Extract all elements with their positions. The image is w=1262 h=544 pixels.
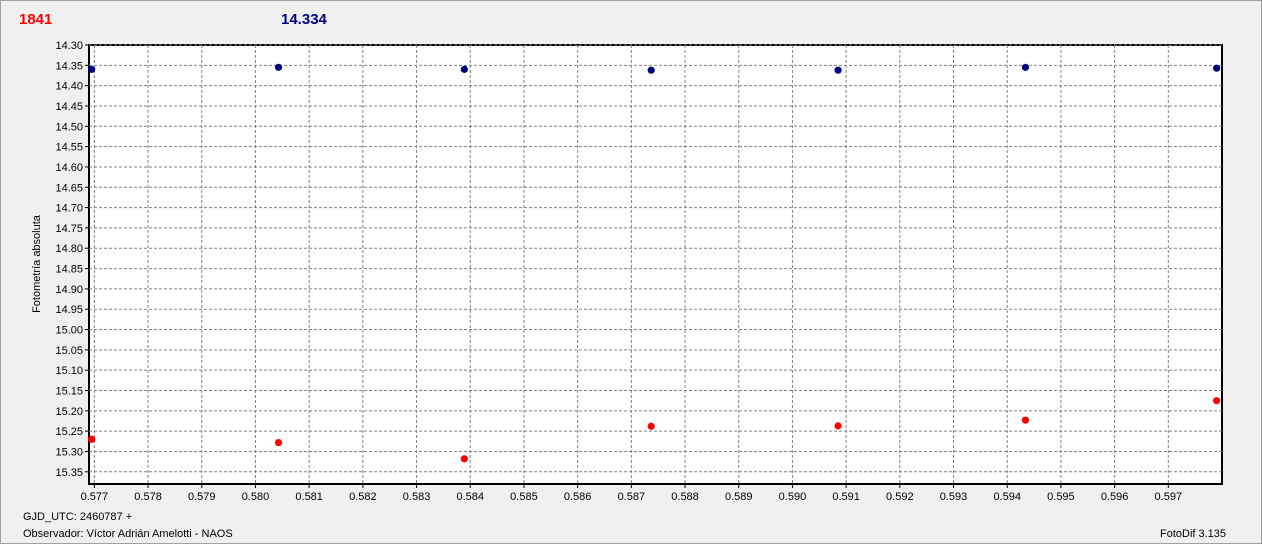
x-tick-label: 0.585 bbox=[510, 491, 538, 503]
x-tick-label: 0.592 bbox=[886, 491, 914, 503]
data-point bbox=[1021, 63, 1030, 71]
x-tick-label: 0.580 bbox=[242, 491, 270, 503]
x-tick-label: 0.578 bbox=[134, 491, 162, 503]
y-tick-label: 15.15 bbox=[55, 386, 83, 398]
data-point bbox=[834, 422, 842, 430]
data-point bbox=[88, 65, 96, 73]
y-tick-label: 14.55 bbox=[55, 142, 83, 154]
y-tick-label: 15.20 bbox=[55, 406, 83, 418]
data-point bbox=[274, 438, 283, 447]
y-tick-label: 14.80 bbox=[55, 243, 83, 255]
data-point bbox=[274, 63, 283, 71]
x-tick-label: 0.588 bbox=[671, 491, 699, 503]
y-tick-label: 14.75 bbox=[55, 223, 83, 235]
x-tick-label: 0.595 bbox=[1047, 491, 1075, 503]
y-tick-label: 15.25 bbox=[55, 426, 83, 438]
x-tick-label: 0.594 bbox=[993, 491, 1021, 503]
data-point bbox=[88, 435, 96, 443]
x-tick-label: 0.590 bbox=[779, 491, 807, 503]
x-tick-label: 0.584 bbox=[456, 491, 484, 503]
data-point bbox=[1213, 64, 1221, 72]
x-tick-label: 0.596 bbox=[1101, 491, 1129, 503]
y-tick-label: 14.60 bbox=[55, 162, 83, 174]
observer-label: Observador: Víctor Adrián Amelotti - NAO… bbox=[23, 528, 233, 540]
data-point bbox=[460, 455, 468, 463]
y-axis: 14.30 14.35 14.40 14.45 14.50 14.55 14.60 14.65… bbox=[55, 40, 89, 479]
x-tick-label: 0.586 bbox=[564, 491, 592, 503]
y-tick-label: 14.30 bbox=[55, 40, 83, 52]
chart-window: 1841 14.334 0.577 0.578 0.579 0.580 0.581 0.5… bbox=[0, 0, 1262, 544]
y-tick-label: 15.35 bbox=[55, 467, 83, 479]
y-tick-label: 14.35 bbox=[55, 60, 83, 72]
y-tick-label: 14.40 bbox=[55, 81, 83, 93]
data-point bbox=[834, 66, 842, 74]
data-point bbox=[1213, 397, 1221, 405]
y-tick-label: 14.85 bbox=[55, 264, 83, 276]
y-tick-label: 14.65 bbox=[55, 182, 83, 194]
x-tick-label: 0.597 bbox=[1155, 491, 1183, 503]
software-label: FotoDif 3.135 bbox=[1160, 528, 1227, 540]
gjd-label: GJD_UTC: 2460787 + bbox=[23, 511, 133, 523]
x-tick-label: 0.591 bbox=[832, 491, 860, 503]
x-tick-label: 0.577 bbox=[81, 491, 109, 503]
x-tick-label: 0.581 bbox=[295, 491, 323, 503]
y-tick-label: 14.50 bbox=[55, 121, 83, 133]
data-point bbox=[647, 422, 655, 430]
y-tick-label: 14.90 bbox=[55, 284, 83, 296]
x-tick-label: 0.593 bbox=[940, 491, 968, 503]
y-tick-label: 15.05 bbox=[55, 345, 83, 357]
x-axis: 0.577 0.578 0.579 0.580 0.581 0.582 0.583 0.584… bbox=[81, 484, 1182, 503]
x-tick-label: 0.583 bbox=[403, 491, 431, 503]
y-tick-label: 15.30 bbox=[55, 446, 83, 458]
y-tick-label: 14.95 bbox=[55, 304, 83, 316]
scatter-chart: 0.577 0.578 0.579 0.580 0.581 0.582 0.583 0.584… bbox=[31, 40, 1223, 503]
y-tick-label: 15.10 bbox=[55, 365, 83, 377]
y-tick-label: 15.00 bbox=[55, 325, 83, 337]
x-tick-label: 0.589 bbox=[725, 491, 753, 503]
x-tick-label: 0.582 bbox=[349, 491, 377, 503]
data-point bbox=[460, 65, 468, 73]
y-axis-label: Fotometría absoluta bbox=[31, 214, 43, 313]
x-tick-label: 0.587 bbox=[618, 491, 646, 503]
y-tick-label: 14.70 bbox=[55, 203, 83, 215]
x-tick-label: 0.579 bbox=[188, 491, 216, 503]
plot-area bbox=[88, 44, 1223, 485]
y-tick-label: 14.45 bbox=[55, 101, 83, 113]
data-point bbox=[1021, 416, 1030, 424]
data-point bbox=[647, 66, 655, 74]
